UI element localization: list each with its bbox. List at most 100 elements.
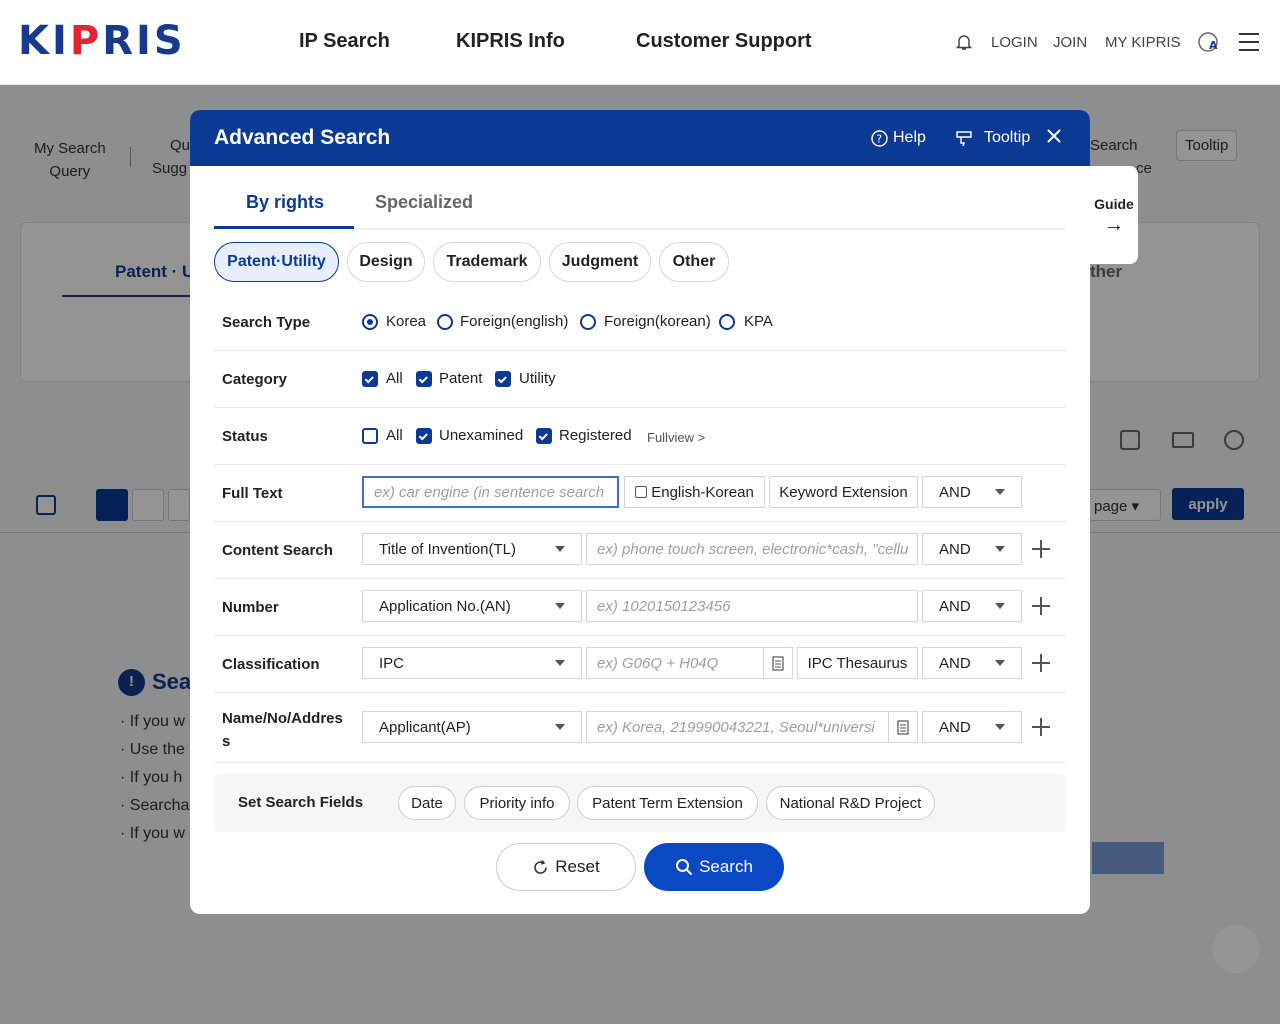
classification-operator-select[interactable]: AND [922,647,1022,679]
guide-label: Guide [1094,196,1134,212]
number-row: Number Application No.(AN) ex) 102015012… [214,579,1066,636]
help-button[interactable]: ? Help [871,129,926,147]
close-icon[interactable] [1045,127,1063,145]
pill-national-rd-project[interactable]: National R&D Project [766,786,935,820]
keyword-extension-button[interactable]: Keyword Extension [769,476,918,508]
full-text-operator-select[interactable]: AND [922,476,1022,508]
number-label: Number [222,599,279,616]
add-row-icon[interactable] [1032,718,1050,736]
chevron-down-icon [995,660,1005,666]
document-icon[interactable] [763,647,793,679]
radio-foreign-english[interactable] [437,314,453,330]
chevron-down-icon [555,660,565,666]
chip-judgment[interactable]: Judgment [549,242,651,282]
radio-korea[interactable] [362,314,378,330]
language-icon[interactable]: A [1196,30,1220,54]
checkbox-label: All [386,427,403,444]
chevron-down-icon [555,546,565,552]
nav-customer-support[interactable]: Customer Support [636,30,812,53]
content-operator-select[interactable]: AND [922,533,1022,565]
status-label: Status [222,428,268,445]
chip-design[interactable]: Design [347,242,425,282]
radio-foreign-korean[interactable] [580,314,596,330]
tab-by-rights[interactable]: By rights [246,192,324,213]
checkbox-label: Registered [559,427,632,444]
name-label: Name/No/Addres s [222,710,343,750]
full-text-input[interactable]: ex) car engine (in sentence search [362,476,619,508]
help-icon: ? [871,129,888,147]
rights-tabs: By rights Specialized [214,176,1066,230]
add-row-icon[interactable] [1032,654,1050,672]
chip-trademark[interactable]: Trademark [433,242,541,282]
number-operator-select[interactable]: AND [922,590,1022,622]
pill-priority-info[interactable]: Priority info [464,786,570,820]
checkbox-label: All [386,370,403,387]
ipc-thesaurus-button[interactable]: IPC Thesaurus [797,647,918,679]
nav-ip-search[interactable]: IP Search [299,30,390,53]
nav-kipris-info[interactable]: KIPRIS Info [456,30,565,53]
bell-icon[interactable] [952,30,976,54]
chip-other[interactable]: Other [659,242,729,282]
radio-label: Foreign(korean) [604,313,711,330]
checkbox-category-utility[interactable] [495,371,511,387]
refresh-icon [534,859,548,874]
classification-field-select[interactable]: IPC [362,647,582,679]
search-button[interactable]: Search [644,843,784,891]
number-input[interactable]: ex) 1020150123456 [586,590,918,622]
guide-tab[interactable]: Guide → [1090,166,1138,264]
login-link[interactable]: LOGIN [991,34,1038,51]
radio-kpa[interactable] [719,314,735,330]
chevron-down-icon [995,724,1005,730]
chevron-down-icon [995,489,1005,495]
fullview-link[interactable]: Fullview > [647,430,705,445]
chevron-down-icon [555,603,565,609]
svg-text:?: ? [876,132,882,145]
checkbox-category-patent[interactable] [416,371,432,387]
my-kipris-link[interactable]: MY KIPRIS [1105,34,1181,51]
tooltip-icon [956,131,972,147]
pill-patent-term-extension[interactable]: Patent Term Extension [577,786,758,820]
search-icon [676,859,693,876]
join-link[interactable]: JOIN [1053,34,1087,51]
active-tab-underline [214,226,354,229]
add-row-icon[interactable] [1032,540,1050,558]
number-field-select[interactable]: Application No.(AN) [362,590,582,622]
search-label: Search [699,857,753,876]
help-label: Help [893,129,926,146]
checkbox-category-all[interactable] [362,371,378,387]
classification-input[interactable]: ex) G06Q + H04Q [586,647,764,679]
arrow-right-icon: → [1104,214,1124,236]
english-korean-checkbox[interactable] [635,486,648,498]
radio-label: Foreign(english) [460,313,569,330]
chip-patent-utility[interactable]: Patent·Utility [214,242,339,282]
pill-date[interactable]: Date [398,786,456,820]
category-row: Category All Patent Utility [214,351,1066,408]
kipris-logo[interactable]: KIPRIS [18,18,186,64]
menu-icon[interactable] [1237,30,1261,54]
site-header: KIPRIS IP Search KIPRIS Info Customer Su… [0,0,1280,85]
tooltip-button[interactable]: Tooltip [955,129,1030,147]
reset-label: Reset [555,857,600,876]
checkbox-status-all[interactable] [362,428,378,444]
tab-specialized[interactable]: Specialized [375,192,473,213]
content-search-input[interactable]: ex) phone touch screen, electronic*cash,… [586,533,918,565]
name-field-select[interactable]: Applicant(AP) [362,711,582,743]
name-operator-select[interactable]: AND [922,711,1022,743]
status-row: Status All Unexamined Registered Fullvie… [214,408,1066,465]
add-row-icon[interactable] [1032,597,1050,615]
content-field-select[interactable]: Title of Invention(TL) [362,533,582,565]
radio-label: KPA [744,313,773,330]
classification-label: Classification [222,656,320,673]
classification-row: Classification IPC ex) G06Q + H04Q IPC T… [214,636,1066,693]
checkbox-status-registered[interactable] [536,428,552,444]
tooltip-label: Tooltip [984,129,1031,146]
checkbox-status-unexamined[interactable] [416,428,432,444]
set-search-fields-box: Set Search Fields Date Priority info Pat… [214,774,1066,832]
document-icon[interactable] [888,711,918,743]
english-korean-label: English-Korean [651,483,754,501]
english-korean-toggle[interactable]: English-Korean [624,476,765,508]
name-input[interactable]: ex) Korea, 219990043221, Seoul*universi [586,711,889,743]
checkbox-label: Unexamined [439,427,524,444]
content-search-row: Content Search Title of Invention(TL) ex… [214,522,1066,579]
reset-button[interactable]: Reset [496,843,636,891]
